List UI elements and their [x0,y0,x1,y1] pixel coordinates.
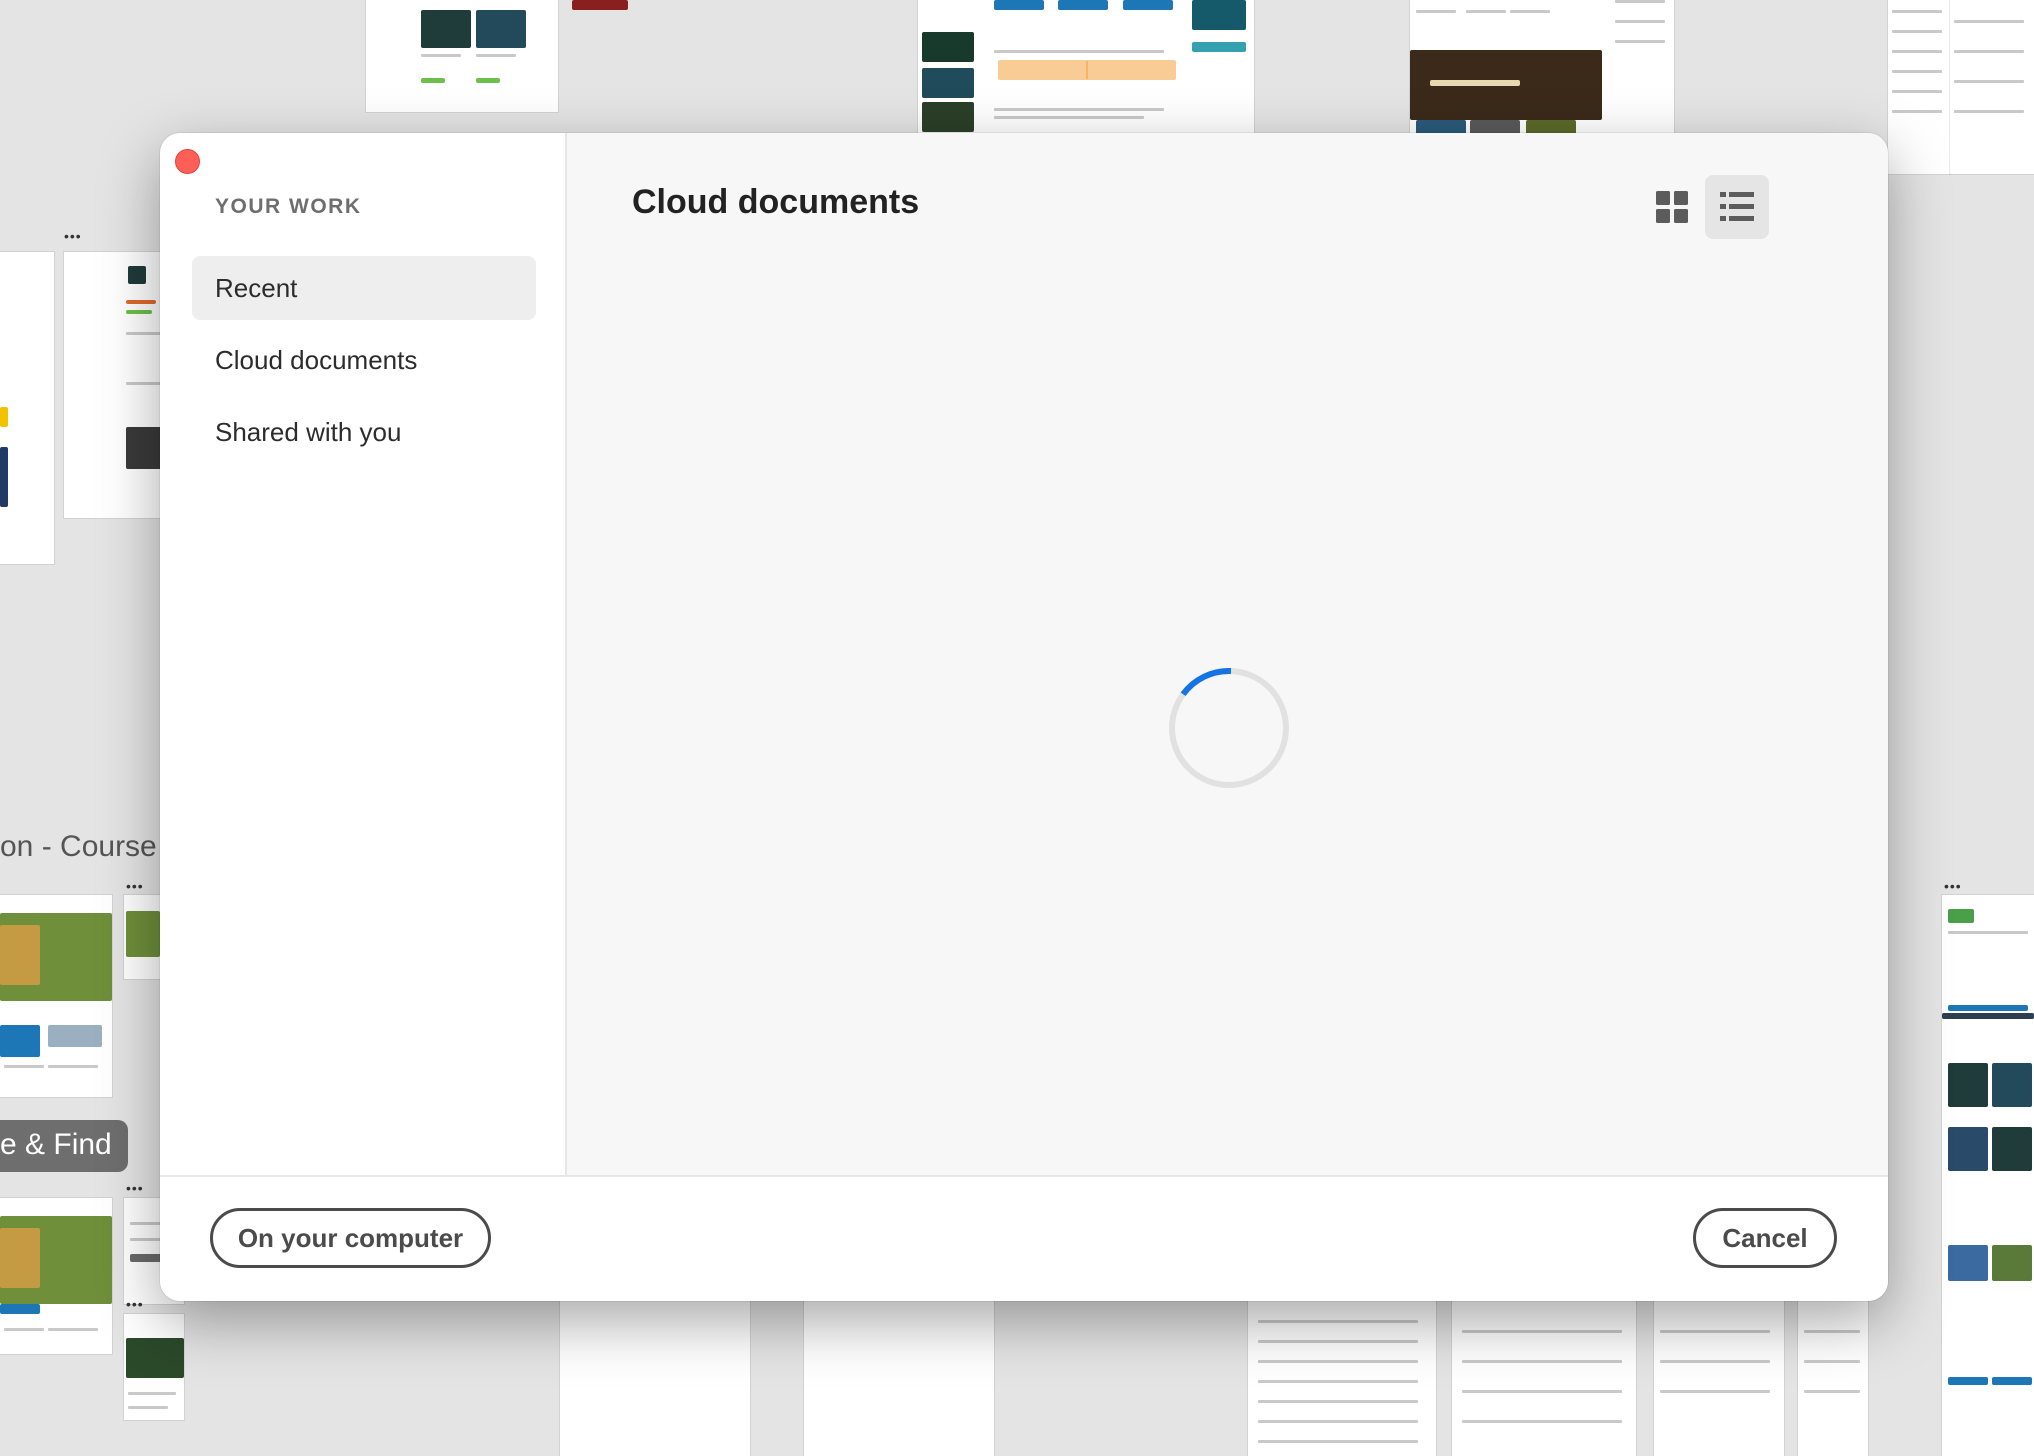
artboard-thumbnail [0,1198,112,1354]
artboard-thumbnail [804,1300,994,1456]
open-document-dialog: YOUR WORK Recent Cloud documents Shared … [160,133,1888,1301]
artboard-title: e & Find [0,1120,128,1172]
artboard-thumbnail [1950,0,2034,174]
artboard-title: on - Course F [0,830,184,863]
sidebar-item-cloud-documents[interactable]: Cloud documents [192,328,536,392]
grid-view-icon [1656,191,1688,223]
artboard-thumbnail [572,0,628,10]
artboard-menu-dots: ••• [64,228,82,244]
sidebar-item-label: Shared with you [215,416,402,447]
on-your-computer-button[interactable]: On your computer [210,1208,491,1268]
artboard-thumbnail [1248,1300,1436,1456]
dialog-footer: On your computer Cancel [160,1175,1888,1301]
artboard-thumbnail [1942,895,2034,1456]
artboard-thumbnail [560,1300,750,1456]
main-panel: Cloud documents [567,133,1888,1175]
artboard-thumbnail [1888,0,1950,174]
grid-view-button[interactable] [1640,175,1704,239]
cancel-button[interactable]: Cancel [1693,1208,1837,1268]
artboard-menu-dots: ••• [1944,878,1962,894]
sidebar-item-shared-with-you[interactable]: Shared with you [192,400,536,464]
artboard-thumbnail [124,1314,184,1420]
sidebar-item-label: Recent [215,272,298,303]
artboard-thumbnail [918,0,1254,135]
sidebar-nav: Recent Cloud documents Shared with you [192,256,536,472]
artboard-menu-dots: ••• [126,1180,144,1196]
sidebar: YOUR WORK Recent Cloud documents Shared … [160,133,567,1175]
artboard-thumbnail [64,252,164,518]
sidebar-item-recent[interactable]: Recent [192,256,536,320]
artboard-thumbnail [0,252,54,564]
list-view-icon [1720,192,1754,221]
sidebar-heading: YOUR WORK [215,195,362,218]
page-title: Cloud documents [632,183,920,221]
artboard-thumbnail [124,895,160,979]
sidebar-item-label: Cloud documents [215,344,418,375]
list-view-button[interactable] [1705,175,1769,239]
artboard-thumbnail [1452,1300,1636,1456]
artboard-menu-dots: ••• [126,878,144,894]
artboard-thumbnail [1798,1300,1868,1456]
artboard-thumbnail [1410,0,1674,135]
artboard-menu-dots: ••• [126,1296,144,1312]
artboard-thumbnail [366,0,558,112]
artboard-thumbnail [1654,1300,1784,1456]
artboard-thumbnail [0,895,112,1097]
loading-spinner-icon [1169,668,1289,788]
